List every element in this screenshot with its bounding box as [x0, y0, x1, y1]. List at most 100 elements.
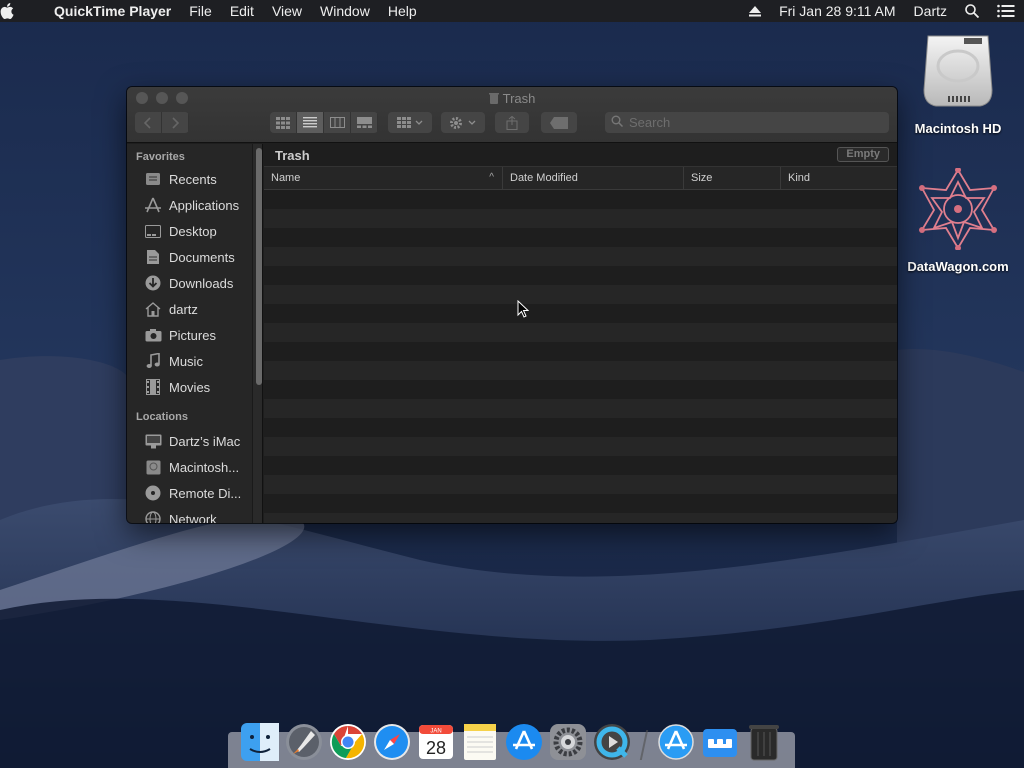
sidebar-item-home[interactable]: dartz — [127, 296, 262, 322]
folder-title: Trash — [275, 147, 310, 163]
app-store-icon[interactable] — [502, 720, 546, 764]
sidebar-scrollbar-thumb[interactable] — [256, 148, 262, 385]
window-title: Trash — [127, 91, 897, 107]
app-menu[interactable]: QuickTime Player — [54, 0, 180, 22]
sidebar-item-network[interactable]: Network — [127, 506, 262, 523]
desktop-icon-datawagon[interactable]: DataWagon.com — [898, 167, 1018, 274]
safari-icon[interactable] — [370, 720, 414, 764]
column-header-date-modified[interactable]: Date Modified — [503, 167, 684, 189]
movies-icon — [144, 379, 162, 395]
chrome-icon[interactable] — [326, 720, 370, 764]
edit-menu[interactable]: Edit — [221, 0, 263, 22]
window-title-text: Trash — [502, 91, 536, 106]
folder-header: Trash Empty — [264, 144, 897, 166]
downloads-icon — [144, 275, 162, 291]
dock-icons: JAN 28 — [238, 720, 786, 764]
notes-icon[interactable] — [458, 720, 502, 764]
empty-row — [264, 342, 897, 361]
action-gear-button[interactable] — [441, 112, 485, 133]
documents-icon — [144, 249, 162, 265]
desktop-icon-macintosh-hd[interactable]: Macintosh HD — [898, 30, 1018, 136]
menu-bar: QuickTime Player File Edit View Window H… — [0, 0, 1024, 22]
empty-trash-button[interactable]: Empty — [837, 147, 889, 162]
applications-folder-icon[interactable] — [654, 720, 698, 764]
search-field[interactable]: Search — [605, 112, 889, 133]
user-menu[interactable]: Dartz — [905, 0, 956, 22]
calendar-month-text: JAN — [430, 729, 441, 735]
sidebar-item-movies[interactable]: Movies — [127, 374, 262, 400]
forward-button[interactable] — [162, 112, 189, 133]
sidebar-heading-locations: Locations — [136, 411, 188, 423]
sidebar-item-downloads[interactable]: Downloads — [127, 270, 262, 296]
sidebar-item-pictures[interactable]: Pictures — [127, 322, 262, 348]
calendar-icon[interactable]: JAN 28 — [414, 720, 458, 764]
sidebar-item-label: Pictures — [169, 327, 216, 343]
column-header-name[interactable]: Name ^ — [264, 167, 503, 189]
group-by-button[interactable] — [388, 112, 432, 133]
column-header-size[interactable]: Size — [684, 167, 781, 189]
sidebar-item-label: Documents — [169, 249, 235, 265]
spotlight-icon[interactable] — [956, 4, 988, 18]
quicktime-icon[interactable] — [590, 720, 634, 764]
tags-button[interactable] — [541, 112, 577, 133]
window-toolbar: Trash Search — [127, 87, 897, 143]
icon-view-button[interactable] — [270, 112, 297, 133]
sort-ascending-icon: ^ — [489, 172, 494, 183]
help-menu[interactable]: Help — [379, 0, 426, 22]
sidebar-item-applications[interactable]: Applications — [127, 192, 262, 218]
empty-row — [264, 399, 897, 418]
empty-row — [264, 228, 897, 247]
finder-icon[interactable] — [238, 720, 282, 764]
column-view-button[interactable] — [324, 112, 351, 133]
gallery-view-button[interactable] — [351, 112, 378, 133]
back-forward-buttons — [135, 112, 189, 133]
sidebar-item-imac[interactable]: Dartz’s iMac — [127, 428, 262, 454]
sidebar-item-label: Dartz’s iMac — [169, 433, 241, 449]
trash-small-icon — [488, 92, 499, 107]
network-icon — [144, 511, 162, 523]
empty-row — [264, 209, 897, 228]
launchpad-icon[interactable] — [282, 720, 326, 764]
empty-row — [264, 437, 897, 456]
desktop-icon-label: DataWagon.com — [907, 259, 1009, 274]
datawagon-logo-icon — [898, 167, 1018, 255]
mouse-cursor-icon — [517, 299, 530, 323]
empty-row — [264, 513, 897, 523]
desktop-icon-label: Macintosh HD — [914, 121, 1002, 136]
share-button[interactable] — [495, 112, 529, 133]
back-button[interactable] — [135, 112, 162, 133]
home-icon — [144, 301, 162, 317]
eject-icon[interactable] — [740, 5, 770, 17]
imac-icon — [144, 433, 162, 449]
sidebar-item-desktop[interactable]: Desktop — [127, 218, 262, 244]
sidebar-item-label: Downloads — [169, 275, 234, 291]
window-menu[interactable]: Window — [311, 0, 379, 22]
column-header-kind[interactable]: Kind — [781, 167, 897, 189]
sidebar-item-remote-disc[interactable]: Remote Di... — [127, 480, 262, 506]
downloads-stack-icon[interactable] — [698, 720, 742, 764]
file-menu[interactable]: File — [180, 0, 221, 22]
sidebar-item-documents[interactable]: Documents — [127, 244, 262, 270]
column-header-label: Size — [691, 172, 713, 184]
apple-icon[interactable] — [0, 3, 54, 19]
sidebar-item-music[interactable]: Music — [127, 348, 262, 374]
sidebar: Favorites Recents Applications Desktop D… — [127, 144, 263, 523]
list-view-button[interactable] — [297, 112, 324, 133]
sidebar-item-recents[interactable]: Recents — [127, 166, 262, 192]
column-header-label: Date Modified — [510, 172, 578, 184]
file-list-rows[interactable] — [264, 190, 897, 523]
empty-row — [264, 190, 897, 209]
search-placeholder: Search — [629, 115, 671, 130]
disk-icon — [144, 459, 162, 475]
empty-row — [264, 323, 897, 342]
notification-center-icon[interactable] — [988, 4, 1024, 18]
menu-clock[interactable]: Fri Jan 28 9:11 AM — [770, 0, 904, 22]
view-menu[interactable]: View — [263, 0, 311, 22]
sidebar-item-label: Remote Di... — [169, 485, 242, 501]
trash-icon[interactable] — [742, 720, 786, 764]
sidebar-scrollbar[interactable] — [252, 144, 262, 523]
sidebar-item-macintosh-hd[interactable]: Macintosh... — [127, 454, 262, 480]
system-preferences-icon[interactable] — [546, 720, 590, 764]
column-headers: Name ^ Date Modified Size Kind — [264, 166, 897, 190]
file-list-area: Trash Empty Name ^ Date Modified Size Ki… — [264, 144, 897, 523]
